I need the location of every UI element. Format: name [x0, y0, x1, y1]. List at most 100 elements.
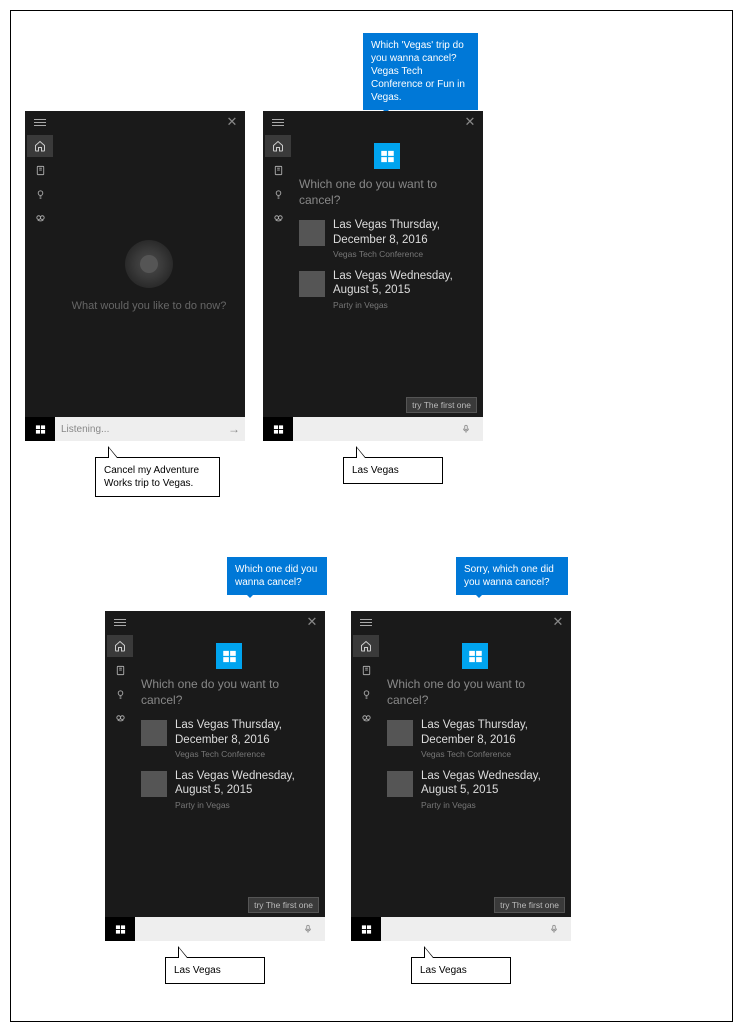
nav-notebook-icon[interactable] — [353, 659, 379, 681]
hamburger-icon[interactable] — [25, 111, 55, 133]
tip-text: Which 'Vegas' trip do you wanna cancel? … — [371, 40, 465, 103]
hint-chip[interactable]: try The first one — [248, 897, 319, 913]
idle-prompt: What would you like to do now? — [72, 300, 227, 312]
close-icon[interactable]: ✕ — [461, 113, 479, 131]
titlebar: ✕ — [25, 111, 245, 133]
content-area: Which one do you want to cancel? Las Veg… — [293, 133, 483, 417]
titlebar: ✕ — [263, 111, 483, 133]
nav-notebook-icon[interactable] — [107, 659, 133, 681]
hamburger-icon[interactable] — [351, 611, 381, 633]
trip-option[interactable]: Las Vegas Thursday, December 8, 2016 Veg… — [299, 218, 475, 259]
hint-chip[interactable]: try The first one — [406, 397, 477, 413]
trip-list: Las Vegas Thursday, December 8, 2016 Veg… — [387, 718, 563, 810]
trip-subtitle: Vegas Tech Conference — [333, 249, 475, 259]
start-button[interactable] — [105, 917, 135, 941]
user-speech-callout: Las Vegas — [411, 957, 511, 984]
tip-text: Sorry, which one did you wanna cancel? — [464, 564, 554, 588]
nav-feedback-icon[interactable] — [27, 207, 53, 229]
cortana-orb-icon — [125, 240, 173, 288]
nav-bulb-icon[interactable] — [107, 683, 133, 705]
trip-thumbnail — [141, 720, 167, 746]
idle-center: What would you like to do now? — [61, 139, 237, 413]
trip-thumbnail — [387, 771, 413, 797]
question-text: Which one do you want to cancel? — [141, 677, 317, 708]
pane-body: Which one do you want to cancel? Las Veg… — [263, 133, 483, 417]
nav-notebook-icon[interactable] — [27, 159, 53, 181]
hamburger-icon[interactable] — [105, 611, 135, 633]
send-arrow-icon[interactable]: → — [223, 422, 245, 436]
trip-option[interactable]: Las Vegas Wednesday, August 5, 2015 Part… — [141, 769, 317, 810]
trip-list: Las Vegas Thursday, December 8, 2016 Veg… — [299, 218, 475, 310]
start-button[interactable] — [351, 917, 381, 941]
trip-title: Las Vegas Wednesday, August 5, 2015 — [333, 269, 475, 298]
nav-bulb-icon[interactable] — [353, 683, 379, 705]
user-speech-callout: Las Vegas — [165, 957, 265, 984]
mic-icon[interactable] — [461, 422, 483, 436]
trip-text: Las Vegas Wednesday, August 5, 2015 Part… — [333, 269, 475, 310]
trip-title: Las Vegas Wednesday, August 5, 2015 — [421, 769, 563, 798]
nav-home-icon[interactable] — [265, 135, 291, 157]
titlebar: ✕ — [351, 611, 571, 633]
close-icon[interactable]: ✕ — [303, 613, 321, 631]
close-icon[interactable]: ✕ — [223, 113, 241, 131]
search-bar: Listening... → — [25, 417, 245, 441]
document-frame: ✕ — [10, 10, 733, 1022]
hamburger-icon[interactable] — [263, 111, 293, 133]
callout-text: Cancel my Adventure Works trip to Vegas. — [104, 465, 199, 489]
trip-option[interactable]: Las Vegas Wednesday, August 5, 2015 Part… — [387, 769, 563, 810]
app-tile-icon — [374, 143, 400, 169]
mic-icon[interactable] — [303, 922, 325, 936]
trip-subtitle: Party in Vegas — [333, 300, 475, 310]
trip-option[interactable]: Las Vegas Wednesday, August 5, 2015 Part… — [299, 269, 475, 310]
app-tile-icon — [462, 643, 488, 669]
nav-feedback-icon[interactable] — [107, 707, 133, 729]
user-speech-callout: Cancel my Adventure Works trip to Vegas. — [95, 457, 220, 497]
nav-home-icon[interactable] — [107, 635, 133, 657]
search-bar — [263, 417, 483, 441]
start-button[interactable] — [25, 417, 55, 441]
nav-feedback-icon[interactable] — [265, 207, 291, 229]
cortana-pane-3-wrap: Which one did you wanna cancel? ✕ Wh — [105, 611, 325, 941]
sidebar — [351, 633, 381, 917]
question-text: Which one do you want to cancel? — [387, 677, 563, 708]
nav-home-icon[interactable] — [353, 635, 379, 657]
trip-thumbnail — [299, 271, 325, 297]
cortana-speech-tip: Which one did you wanna cancel? — [227, 557, 327, 595]
start-button[interactable] — [263, 417, 293, 441]
nav-notebook-icon[interactable] — [265, 159, 291, 181]
trip-text: Las Vegas Wednesday, August 5, 2015 Part… — [421, 769, 563, 810]
search-input[interactable]: Listening... — [55, 424, 223, 435]
trip-thumbnail — [299, 220, 325, 246]
cortana-pane-1: ✕ — [25, 111, 245, 441]
search-bar — [351, 917, 571, 941]
nav-feedback-icon[interactable] — [353, 707, 379, 729]
trip-subtitle: Party in Vegas — [175, 800, 317, 810]
hint-chip[interactable]: try The first one — [494, 897, 565, 913]
question-text: Which one do you want to cancel? — [299, 177, 475, 208]
callout-text: Las Vegas — [352, 465, 399, 476]
pane-body: Which one do you want to cancel? Las Veg… — [351, 633, 571, 917]
trip-title: Las Vegas Thursday, December 8, 2016 — [333, 218, 475, 247]
trip-text: Las Vegas Thursday, December 8, 2016 Veg… — [421, 718, 563, 759]
search-bar — [105, 917, 325, 941]
app-tile-icon — [216, 643, 242, 669]
nav-bulb-icon[interactable] — [265, 183, 291, 205]
titlebar: ✕ — [105, 611, 325, 633]
content-area: Which one do you want to cancel? Las Veg… — [381, 633, 571, 917]
content-area: Which one do you want to cancel? Las Veg… — [135, 633, 325, 917]
sidebar — [105, 633, 135, 917]
trip-text: Las Vegas Wednesday, August 5, 2015 Part… — [175, 769, 317, 810]
trip-option[interactable]: Las Vegas Thursday, December 8, 2016 Veg… — [141, 718, 317, 759]
mic-icon[interactable] — [549, 922, 571, 936]
trip-text: Las Vegas Thursday, December 8, 2016 Veg… — [175, 718, 317, 759]
trip-text: Las Vegas Thursday, December 8, 2016 Veg… — [333, 218, 475, 259]
close-icon[interactable]: ✕ — [549, 613, 567, 631]
cortana-pane-2: ✕ Which one do you want to cancel? — [263, 111, 483, 441]
trip-list: Las Vegas Thursday, December 8, 2016 Veg… — [141, 718, 317, 810]
nav-home-icon[interactable] — [27, 135, 53, 157]
cortana-pane-4: ✕ Which one do you want to cancel? — [351, 611, 571, 941]
cortana-pane-1-wrap: ✕ — [25, 111, 245, 441]
nav-bulb-icon[interactable] — [27, 183, 53, 205]
pane-body: What would you like to do now? — [25, 133, 245, 417]
trip-option[interactable]: Las Vegas Thursday, December 8, 2016 Veg… — [387, 718, 563, 759]
